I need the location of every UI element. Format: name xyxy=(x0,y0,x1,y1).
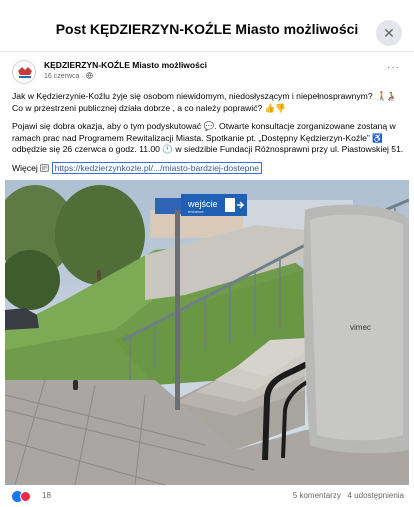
dialog-header: Post KĘDZIERZYN-KOŹLE Miasto możliwości … xyxy=(0,0,414,52)
entrance-sign-subtext: entrance xyxy=(188,209,204,214)
lift-brand-text: vimec xyxy=(350,323,371,332)
globe-icon xyxy=(85,72,93,79)
post-link-line: Więcej https://kedzierzynkozle.pl/.../mi… xyxy=(12,161,404,175)
post-stats: 5 komentarzy 4 udostępnienia xyxy=(293,491,404,500)
post-footer: 18 5 komentarzy 4 udostępnienia xyxy=(12,490,404,504)
close-icon: ✕ xyxy=(383,24,395,41)
post-body: Jak w Kędzierzynie-Koźlu żyje się osobom… xyxy=(12,91,404,181)
link-icon xyxy=(40,163,51,173)
post-date[interactable]: 16 czerwca xyxy=(44,73,79,80)
post-paragraph-1: Jak w Kędzierzynie-Koźlu żyje się osobom… xyxy=(12,91,397,113)
article-link[interactable]: https://kedzierzynkozle.pl/.../miasto-ba… xyxy=(51,161,263,174)
post-header: KĘDZIERZYN-KOŹLE Miasto możliwości 16 cz… xyxy=(12,60,402,86)
dialog-title: Post KĘDZIERZYN-KOŹLE Miasto możliwości xyxy=(55,21,359,37)
more-options-button[interactable]: ··· xyxy=(387,62,400,73)
more-label: Więcej xyxy=(12,162,38,173)
entrance-sign-text: wejście xyxy=(187,199,218,209)
comments-count[interactable]: 5 komentarzy xyxy=(293,491,341,500)
city-logo-icon xyxy=(13,61,35,83)
page-avatar[interactable] xyxy=(12,60,36,84)
photo-stairlift-entrance: wejście entrance vimec xyxy=(5,180,409,485)
reaction-count[interactable]: 18 xyxy=(42,491,51,500)
post-photo[interactable]: wejście entrance vimec xyxy=(5,180,409,485)
post-paragraph-2: Pojawi się dobra okazja, aby o tym podys… xyxy=(12,121,404,154)
love-icon xyxy=(20,491,31,502)
post-meta: 16 czerwca · xyxy=(44,72,93,80)
shares-count[interactable]: 4 udostępnienia xyxy=(348,491,405,500)
author-name[interactable]: KĘDZIERZYN-KOŹLE Miasto możliwości xyxy=(44,60,207,70)
reaction-icons[interactable] xyxy=(12,491,31,502)
close-button[interactable]: ✕ xyxy=(376,20,402,46)
